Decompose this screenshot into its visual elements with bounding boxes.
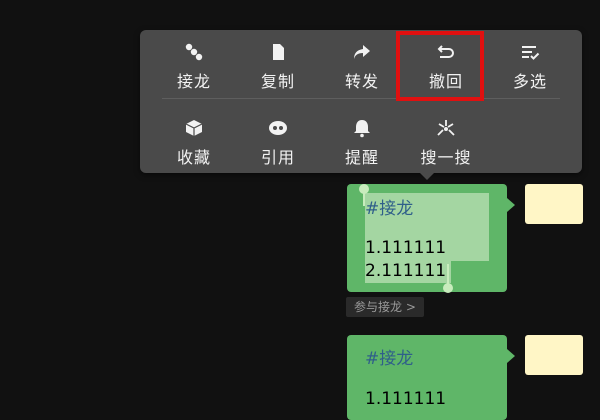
join-chain-chip[interactable]: 参与接龙 > — [346, 297, 424, 317]
menu-item-label: 接龙 — [176, 72, 211, 91]
forward-icon — [320, 42, 404, 66]
menu-item-label: 转发 — [344, 72, 379, 91]
favorite-icon — [152, 118, 236, 142]
menu-item-label: 引用 — [260, 148, 295, 167]
chain-icon — [152, 42, 236, 66]
menu-item-label: 复制 — [260, 72, 295, 91]
menu-item-label: 提醒 — [344, 148, 379, 167]
multiselect-icon — [488, 42, 572, 66]
message-line: 2.111111 — [365, 261, 447, 281]
menu-pointer — [418, 171, 436, 180]
menu-item-forward[interactable]: 转发 — [320, 38, 404, 94]
avatar[interactable] — [525, 335, 583, 375]
copy-icon — [236, 42, 320, 66]
message-line: 1.111111 — [365, 238, 447, 258]
menu-item-favorite[interactable]: 收藏 — [152, 114, 236, 170]
menu-item-label: 搜一搜 — [420, 148, 472, 167]
menu-item-copy[interactable]: 复制 — [236, 38, 320, 94]
bubble-tail — [507, 349, 515, 363]
menu-item-chain[interactable]: 接龙 — [152, 38, 236, 94]
selection-handle-line — [447, 264, 449, 284]
bubble-tail — [507, 198, 515, 212]
message-line: 1.111111 — [365, 389, 447, 409]
highlight-box — [396, 31, 484, 101]
menu-divider — [162, 98, 560, 99]
menu-item-remind[interactable]: 提醒 — [320, 114, 404, 170]
menu-item-label: 收藏 — [176, 148, 211, 167]
message-context-menu: 接龙 复制 转发 撤回 多选 收藏 引用 提醒 搜一搜 — [140, 30, 582, 173]
message-tag: #接龙 — [365, 199, 414, 219]
selection-handle-end[interactable] — [443, 283, 453, 293]
message-tag: #接龙 — [365, 349, 414, 369]
avatar[interactable] — [525, 184, 583, 224]
search-one-icon — [404, 118, 488, 142]
menu-item-quote[interactable]: 引用 — [236, 114, 320, 170]
menu-item-search-one[interactable]: 搜一搜 — [404, 114, 488, 170]
bell-icon — [320, 118, 404, 142]
quote-icon — [236, 118, 320, 142]
menu-item-multiselect[interactable]: 多选 — [488, 38, 572, 94]
menu-item-label: 多选 — [512, 72, 547, 91]
